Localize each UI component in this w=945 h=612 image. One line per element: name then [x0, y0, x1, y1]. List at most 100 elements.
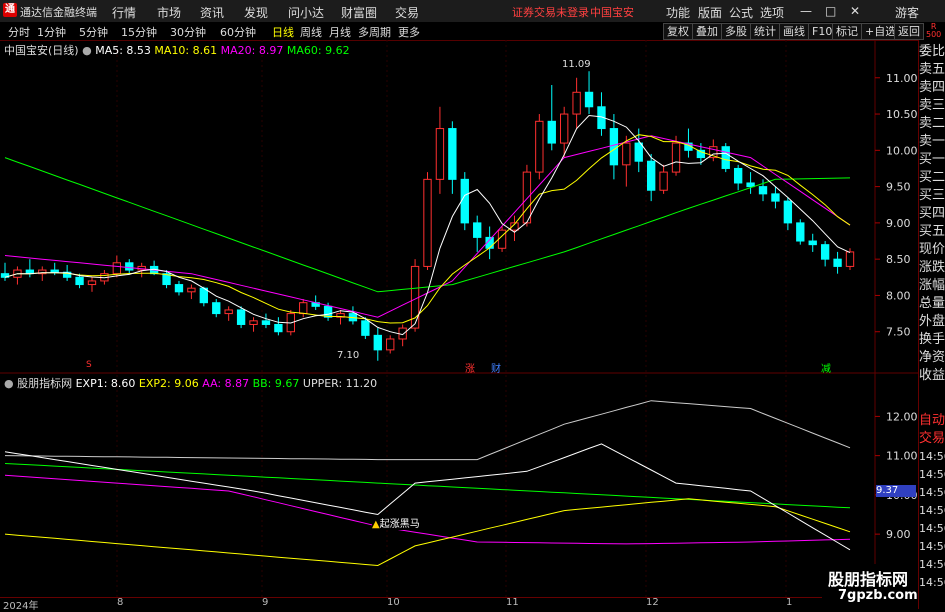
candles: [0, 71, 855, 361]
minimize-icon[interactable]: —: [800, 4, 812, 18]
candle-body: [584, 91, 594, 108]
menu-wenxiaoda[interactable]: 问小达: [288, 4, 324, 21]
candle-body: [75, 276, 84, 286]
close-icon[interactable]: ✕: [850, 4, 860, 18]
chart-grid: [0, 40, 918, 597]
auto-trade[interactable]: 自动 交易: [919, 412, 945, 448]
price-axis: 11.00 10.50 10.00 9.50 9.00 8.50 8.00 7.50: [875, 72, 918, 339]
candle-body: [647, 160, 656, 191]
tab-fenshi[interactable]: 分时: [8, 24, 30, 40]
sidebar-item: 买一: [919, 152, 945, 167]
settings-icon[interactable]: ●: [4, 377, 14, 390]
candle-body: [212, 302, 221, 315]
tab-daily[interactable]: 日线: [272, 24, 294, 40]
ma20-value: MA20: 8.97: [220, 44, 284, 57]
menu-banmian[interactable]: 版面: [698, 4, 722, 21]
menu-faxian[interactable]: 发现: [244, 4, 268, 21]
sidebar-item: 涨跌: [919, 260, 945, 275]
sidebar-item: 买三: [919, 188, 945, 203]
price-tick-label: 10.50: [886, 108, 918, 121]
candle-body: [758, 186, 768, 195]
ma60-value: MA60: 9.62: [286, 44, 350, 57]
menu-gongshi[interactable]: 公式: [729, 4, 753, 21]
multi-stock-button[interactable]: 多股: [721, 23, 751, 40]
sidebar-time: 14:56: [919, 576, 945, 589]
aa-value: AA: 8.87: [202, 377, 250, 390]
menu-xuanxiang[interactable]: 选项: [760, 4, 784, 21]
maximize-icon[interactable]: □: [825, 4, 836, 18]
ind-tick-label: 12.00: [886, 410, 918, 423]
menu-hangqing[interactable]: 行情: [112, 4, 136, 21]
candle-body: [560, 113, 569, 144]
sidebar-item: 现价: [919, 242, 945, 257]
indicator-lines: [4, 400, 851, 567]
stock-name-title: 中国宝安: [590, 6, 634, 19]
x-label-sep: 9: [262, 597, 269, 608]
fuquan-button[interactable]: 复权: [663, 23, 693, 40]
exp2-line: [4, 498, 851, 567]
tab-15min[interactable]: 15分钟: [121, 24, 157, 40]
stats-button[interactable]: 统计: [750, 23, 780, 40]
indicator-name[interactable]: 股朋指标网: [17, 377, 72, 390]
kline-chart[interactable]: 11.00 10.50 10.00 9.50 9.00 8.50 8.00 7.50 12.0…: [0, 40, 918, 597]
trade-label[interactable]: 交易: [919, 430, 945, 448]
tab-1min[interactable]: 1分钟: [37, 24, 66, 40]
candle-body: [796, 222, 805, 242]
sidebar-times: 14:56 14:56 14:56 14:56 14:56 14:56 14:56 14:56: [919, 448, 945, 592]
stock-period-label[interactable]: 中国宝安(日线): [4, 44, 79, 57]
sidebar-item: 涨幅: [919, 278, 945, 293]
event-mark-cai[interactable]: 财: [491, 360, 501, 375]
sidebar-item: 卖二: [919, 116, 945, 131]
menu-gongneng[interactable]: 功能: [666, 4, 690, 21]
tab-monthly[interactable]: 月线: [329, 24, 351, 40]
ma5-value: MA5: 8.53: [95, 44, 151, 57]
tab-more[interactable]: 更多: [398, 24, 420, 40]
candle-body: [224, 309, 233, 315]
candle-body: [299, 302, 308, 315]
menu-shichang[interactable]: 市场: [157, 4, 181, 21]
menu-jiaoyi[interactable]: 交易: [395, 4, 419, 21]
tab-60min[interactable]: 60分钟: [220, 24, 256, 40]
sidebar-item: 卖三: [919, 98, 945, 113]
sidebar-item: 外盘: [919, 314, 945, 329]
menu-zixun[interactable]: 资讯: [200, 4, 224, 21]
event-mark-jian[interactable]: 减: [821, 360, 831, 375]
sidebar-item: 委比: [919, 44, 945, 59]
guest-label[interactable]: 游客: [895, 4, 919, 21]
candle-body: [435, 128, 445, 180]
event-mark-s[interactable]: S: [86, 360, 92, 370]
candle-body: [187, 287, 196, 293]
candle-body: [112, 262, 122, 275]
tab-weekly[interactable]: 周线: [300, 24, 322, 40]
low-price-label: 7.10: [337, 350, 360, 361]
mark-button[interactable]: 标记: [832, 23, 862, 40]
ind-tick-label: 11.00: [886, 450, 918, 463]
x-label-dec: 12: [646, 597, 659, 608]
tab-5min[interactable]: 5分钟: [79, 24, 108, 40]
back-button[interactable]: 返回: [894, 23, 924, 40]
price-tick-label: 11.00: [886, 72, 918, 85]
watermark-line1: 股朋指标网: [828, 570, 909, 589]
x-label-jan: 1: [786, 597, 793, 608]
event-mark-zhang[interactable]: 涨: [465, 360, 475, 375]
auto-label[interactable]: 自动: [919, 412, 945, 430]
x-label-aug: 8: [117, 597, 124, 608]
draw-line-button[interactable]: 画线: [779, 23, 809, 40]
period-toolbar: 分时 1分钟 5分钟 15分钟 30分钟 60分钟 日线 周线 月线 多周期 更…: [0, 22, 945, 41]
tab-30min[interactable]: 30分钟: [170, 24, 206, 40]
tab-multi-period[interactable]: 多周期: [358, 24, 391, 40]
settings-icon[interactable]: ●: [82, 44, 92, 57]
signal-text: 起涨黑马: [379, 519, 420, 530]
candle-body: [50, 269, 59, 273]
candle-body: [274, 323, 283, 333]
candle-body: [236, 309, 246, 325]
sidebar-item: 收益: [919, 368, 945, 383]
sidebar-time: 14:56: [919, 468, 945, 481]
sidebar-item: 净资: [919, 350, 945, 365]
login-warning[interactable]: 证券交易未登录: [512, 4, 589, 20]
candle-body: [174, 284, 184, 293]
sidebar-r-label: R 500: [926, 23, 941, 39]
menu-caifuquan[interactable]: 财富圈: [341, 4, 377, 21]
sidebar-item: 卖四: [919, 80, 945, 95]
overlay-button[interactable]: 叠加: [692, 23, 722, 40]
